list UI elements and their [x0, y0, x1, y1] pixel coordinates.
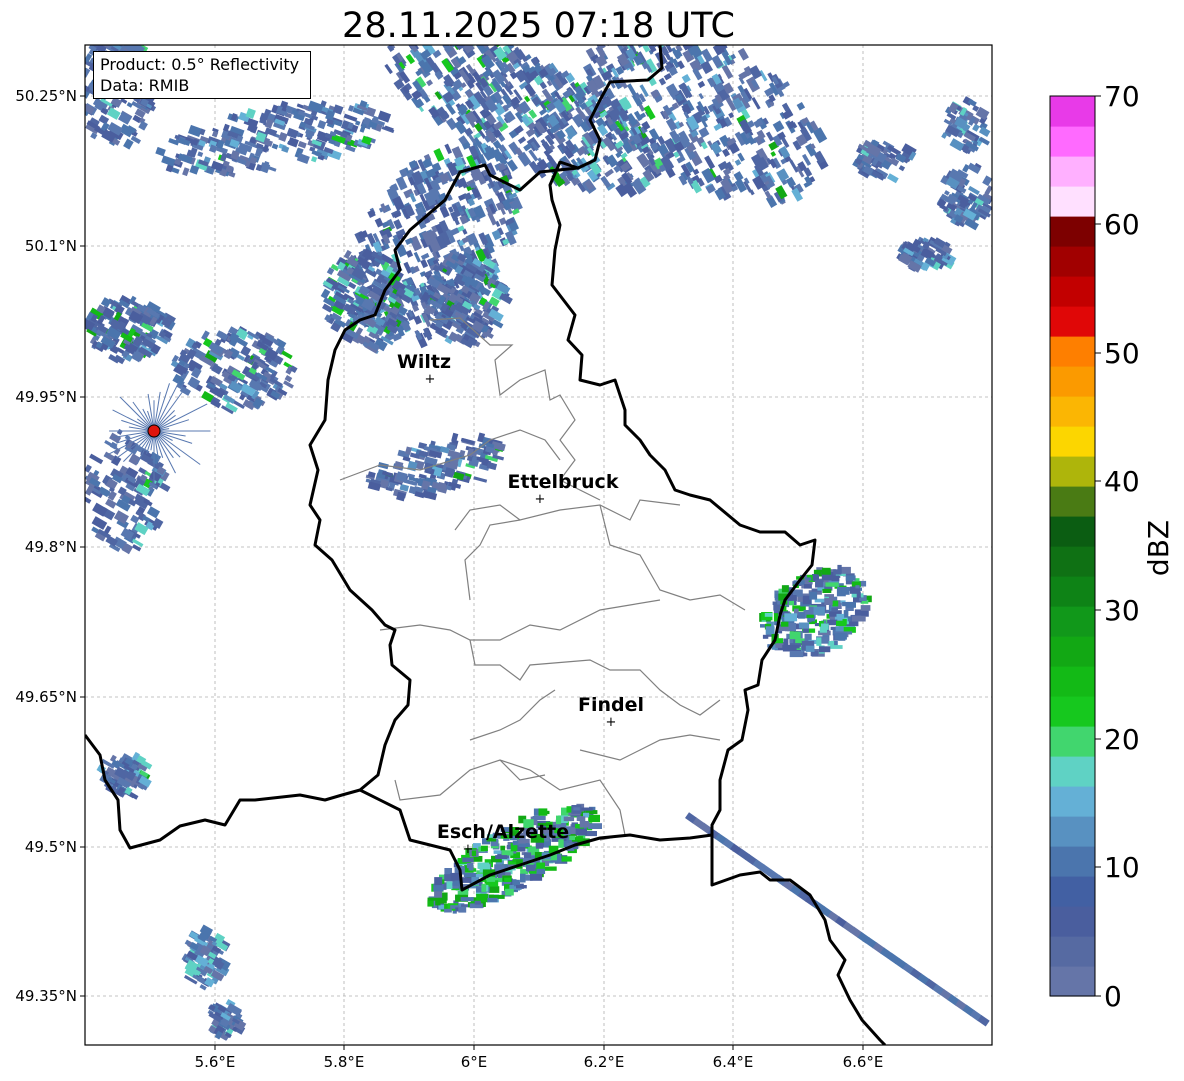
radar-map: 50.25°N 50.1°N 49.95°N 49.8°N 49.65°N 49… [15, 44, 1175, 1071]
city-label: Ettelbruck [508, 471, 619, 493]
colorbar-segment [1050, 906, 1095, 937]
data-source-text: Data: RMIB [100, 76, 190, 95]
colorbar-segment [1050, 726, 1095, 757]
colorbar-segment [1050, 336, 1095, 367]
colorbar-segment [1050, 426, 1095, 457]
colorbar-segment [1050, 606, 1095, 637]
city-ettelbruck: Ettelbruck + [508, 471, 619, 507]
colorbar-segment [1050, 846, 1095, 877]
colorbar-tick-label: 20 [1104, 723, 1140, 756]
colorbar-tick-label: 70 [1104, 80, 1140, 113]
latitude-labels: 50.25°N 50.1°N 49.95°N 49.8°N 49.65°N 49… [15, 87, 77, 1005]
colorbar-segment [1050, 456, 1095, 487]
colorbar-segment [1050, 396, 1095, 427]
city-findel: Findel + [578, 694, 644, 730]
colorbar-segment [1050, 786, 1095, 817]
lon-label: 5.8°E [324, 1053, 365, 1071]
colorbar-segment [1050, 486, 1095, 517]
colorbar-tick-label: 40 [1104, 465, 1140, 498]
city-cross-icon: + [606, 715, 617, 730]
colorbar-tick-labels: 0 10 20 30 40 50 60 70 [1104, 80, 1140, 1013]
colorbar-segment [1050, 186, 1095, 217]
city-cross-icon: + [535, 492, 546, 507]
colorbar-segment [1050, 366, 1095, 397]
product-info-box: Product: 0.5° Reflectivity Data: RMIB [93, 51, 311, 99]
colorbar-tick-label: 0 [1104, 980, 1122, 1013]
city-label: Findel [578, 694, 644, 716]
canton-boundaries [339, 317, 746, 841]
colorbar-segment [1050, 516, 1095, 547]
lat-label: 50.1°N [25, 237, 77, 255]
colorbar-segment [1050, 756, 1095, 787]
colorbar-segment [1050, 936, 1095, 967]
colorbar-segment [1050, 306, 1095, 337]
lat-label: 49.5°N [25, 838, 77, 856]
city-wiltz: Wiltz + [397, 351, 451, 387]
lon-label: 6.6°E [843, 1053, 884, 1071]
lon-label: 6.4°E [713, 1053, 754, 1071]
colorbar-segment [1050, 876, 1095, 907]
colorbar-segment [1050, 636, 1095, 667]
colorbar-segment [1050, 216, 1095, 247]
colorbar-segment [1050, 966, 1095, 997]
city-label: Wiltz [397, 351, 451, 373]
city-markers: Wiltz + Ettelbruck + Findel + Esch/Alzet… [397, 351, 644, 857]
lon-label: 5.6°E [195, 1053, 236, 1071]
product-text: Product: 0.5° Reflectivity [100, 55, 300, 74]
colorbar-ticks [1095, 95, 1101, 997]
colorbar-tick-label: 10 [1104, 851, 1140, 884]
colorbar-tick-label: 60 [1104, 208, 1140, 241]
gridlines [85, 45, 992, 1045]
lon-label: 6.2°E [584, 1053, 625, 1071]
lat-label: 49.8°N [25, 538, 77, 556]
colorbar-segment [1050, 126, 1095, 157]
colorbar-segment [1050, 246, 1095, 277]
colorbar-segment [1050, 816, 1095, 847]
lat-label: 49.65°N [15, 688, 77, 706]
lat-label: 49.35°N [15, 987, 77, 1005]
city-label: Esch/Alzette [437, 821, 569, 843]
colorbar-label: dBZ [1142, 520, 1175, 576]
longitude-labels: 5.6°E 5.8°E 6°E 6.2°E 6.4°E 6.6°E [195, 1053, 884, 1071]
colorbar-tick-label: 50 [1104, 337, 1140, 370]
map-frame [84, 44, 993, 1046]
colorbar-segment [1050, 696, 1095, 727]
city-cross-icon: + [463, 842, 474, 857]
colorbar-segment [1050, 546, 1095, 577]
colorbar [1050, 96, 1095, 997]
lon-label: 6°E [461, 1053, 488, 1071]
colorbar-tick-label: 30 [1104, 594, 1140, 627]
colorbar-segment [1050, 156, 1095, 187]
colorbar-segment [1050, 96, 1095, 127]
radar-site-marker [147, 424, 161, 438]
lat-label: 49.95°N [15, 388, 77, 406]
colorbar-segment [1050, 276, 1095, 307]
lat-label: 50.25°N [15, 87, 77, 105]
reflectivity-echoes [85, 45, 992, 1041]
colorbar-segment [1050, 576, 1095, 607]
colorbar-segment [1050, 666, 1095, 697]
city-cross-icon: + [425, 372, 436, 387]
